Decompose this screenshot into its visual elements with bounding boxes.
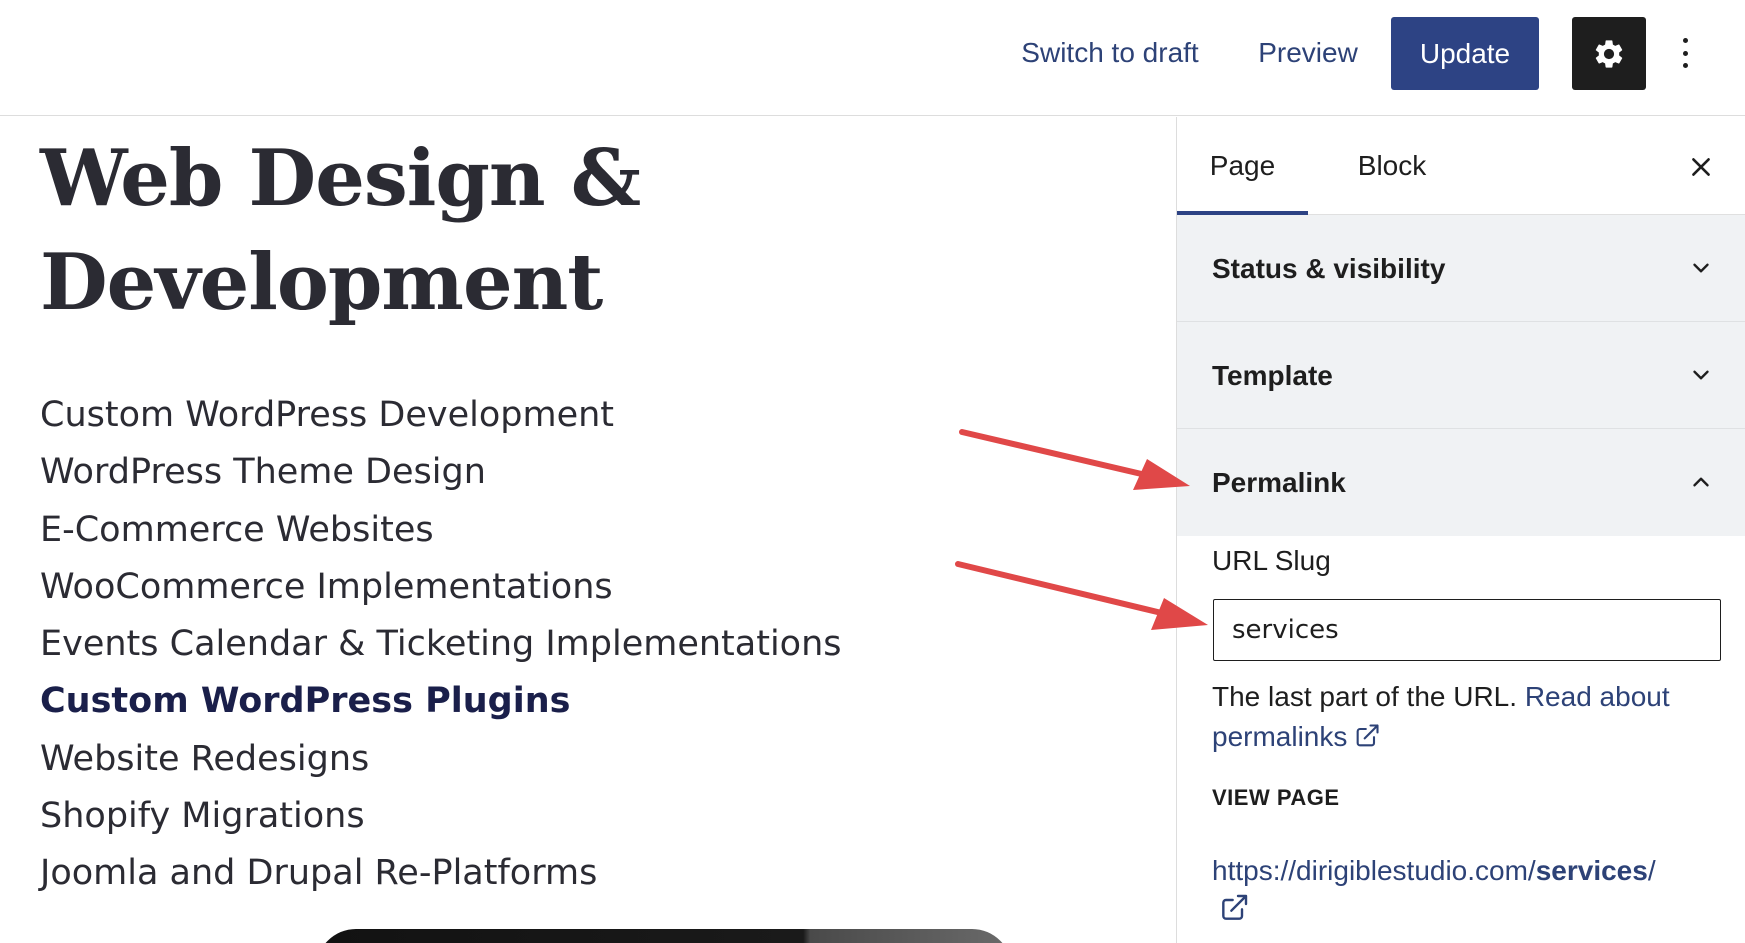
url-slug-label: URL Slug [1212,545,1331,576]
slug-help-text: The last part of the URL. Read about per… [1212,677,1712,757]
view-page-label: VIEW PAGE [1212,785,1340,810]
chevron-up-icon [1681,462,1721,502]
settings-sidebar: Page Block Status & visibility Template … [1176,117,1745,943]
list-item: Shopify Migrations [40,796,365,837]
panel-title: Status & visibility [1212,253,1446,284]
list-item: Website Redesigns [40,738,370,779]
editor-canvas: Web Design & Development Custom WordPres… [0,117,1176,943]
switch-to-draft-button[interactable]: Switch to draft [1010,33,1210,73]
chevron-down-icon [1681,248,1721,288]
external-link-icon [1357,724,1379,746]
external-link-icon [1222,894,1248,920]
editor-toolbar: Switch to draft Preview Update [0,0,1745,116]
device-mockup-image [316,929,1012,943]
chevron-down-icon [1681,355,1721,395]
panel-title: Template [1212,360,1333,391]
list-item: Custom WordPress Development [40,395,615,435]
gear-icon [1595,39,1623,68]
more-vertical-icon [1682,38,1688,43]
panel-title: Permalink [1212,467,1346,498]
list-item: WooCommerce Implementations [40,566,613,607]
close-icon [1692,158,1710,176]
panel-permalink[interactable]: Permalink [1177,429,1745,536]
more-options-button[interactable] [1670,30,1700,76]
page-title[interactable]: Web Design & Development [40,127,800,335]
help-text: The last part of the URL. [1212,681,1518,712]
url-slug-input[interactable] [1213,599,1721,661]
update-button[interactable]: Update [1391,17,1539,90]
tab-page[interactable]: Page [1177,117,1308,216]
panel-template[interactable]: Template [1177,322,1745,429]
settings-button[interactable] [1572,17,1646,90]
list-item: Events Calendar & Ticketing Implementati… [40,624,842,665]
view-page-link[interactable]: https://dirigiblestudio.com/services/ [1212,852,1732,934]
tab-block[interactable]: Block [1327,117,1457,215]
close-sidebar-button[interactable] [1681,147,1721,187]
panel-status-visibility[interactable]: Status & visibility [1177,215,1745,322]
sidebar-tabs: Page Block [1177,117,1745,216]
services-list[interactable]: Custom WordPress Development WordPress T… [40,387,842,903]
list-item: WordPress Theme Design [40,452,486,493]
list-item: E-Commerce Websites [40,509,434,550]
list-item-link[interactable]: Custom WordPress Plugins [40,673,842,730]
preview-button[interactable]: Preview [1253,33,1363,73]
list-item: Joomla and Drupal Re-Platforms [40,853,598,894]
